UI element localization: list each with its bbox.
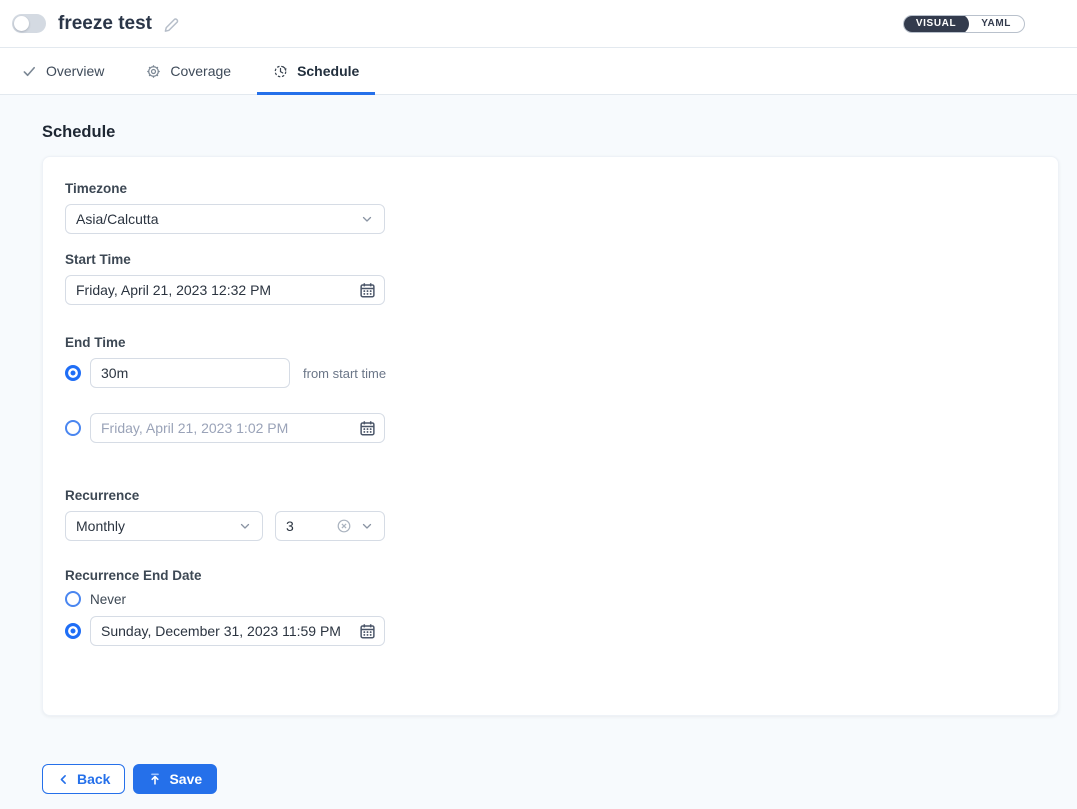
end-time-date-row [65,413,1036,443]
chevron-down-icon [360,212,374,226]
tab-label: Overview [46,63,104,79]
circle-x-icon[interactable] [336,518,352,534]
recurrence-label: Recurrence [65,488,1036,503]
end-time-duration-wrap [90,358,290,388]
tab-coverage[interactable]: Coverage [130,48,247,94]
back-button[interactable]: Back [42,764,125,794]
chevron-down-icon [360,519,374,533]
main-content: Schedule Timezone Asia/Calcutta Start Ti… [0,95,1077,809]
recurrence-never-label: Never [90,592,126,607]
section-title: Schedule [42,123,1059,142]
recurrence-never-row: Never [65,591,1036,607]
calendar-icon[interactable] [359,623,376,640]
tab-label: Coverage [170,63,231,79]
recurrence-interval-select[interactable]: 3 [275,511,385,541]
start-time-label: Start Time [65,252,1036,267]
tab-overview[interactable]: Overview [6,48,120,94]
visual-mode-button[interactable]: VISUAL [903,15,969,33]
timezone-value: Asia/Calcutta [76,211,158,227]
recurrence-end-date-input[interactable] [91,617,384,645]
chevron-left-icon [57,773,70,786]
app-header: freeze test VISUAL YAML [0,0,1077,48]
upload-arrow-icon [148,772,162,786]
footer-actions: Back Save [42,764,1059,794]
tab-bar: Overview Coverage Schedule [0,48,1077,95]
duration-hint: from start time [303,366,386,381]
timezone-label: Timezone [65,181,1036,196]
back-button-label: Back [77,771,110,787]
end-time-duration-row: from start time [65,358,1036,388]
page-title: freeze test [58,13,152,35]
start-time-input-wrap [65,275,385,305]
recurrence-frequency-select[interactable]: Monthly [65,511,263,541]
recurrence-end-label: Recurrence End Date [65,568,1036,583]
end-time-date-input[interactable] [91,414,384,442]
end-time-date-radio[interactable] [65,420,81,436]
recurrence-row: Monthly 3 [65,511,1036,541]
end-time-label: End Time [65,335,1036,350]
end-time-duration-radio[interactable] [65,365,81,381]
check-icon [22,64,37,79]
calendar-icon[interactable] [359,282,376,299]
start-time-input[interactable] [66,276,384,304]
tab-label: Schedule [297,63,359,79]
timezone-select[interactable]: Asia/Calcutta [65,204,385,234]
recurrence-end-date-radio[interactable] [65,623,81,639]
recurrence-end-date-wrap [90,616,385,646]
end-time-date-wrap [90,413,385,443]
view-mode-switch: VISUAL YAML [903,15,1025,33]
history-clock-icon [273,64,288,79]
tab-schedule[interactable]: Schedule [257,48,375,94]
chevron-down-icon [238,519,252,533]
calendar-icon[interactable] [359,420,376,437]
save-button-label: Save [169,771,202,787]
end-time-duration-input[interactable] [91,359,289,387]
recurrence-end-date-row [65,616,1036,646]
save-button[interactable]: Save [133,764,217,794]
gear-icon [146,64,161,79]
recurrence-interval-value: 3 [286,518,294,534]
yaml-mode-button[interactable]: YAML [968,15,1024,33]
schedule-card: Timezone Asia/Calcutta Start Time End Ti… [42,156,1059,716]
recurrence-never-radio[interactable] [65,591,81,607]
pencil-icon[interactable] [162,16,180,34]
freeze-enabled-toggle[interactable] [12,14,46,33]
recurrence-frequency-value: Monthly [76,518,125,534]
toggle-knob [14,16,29,31]
